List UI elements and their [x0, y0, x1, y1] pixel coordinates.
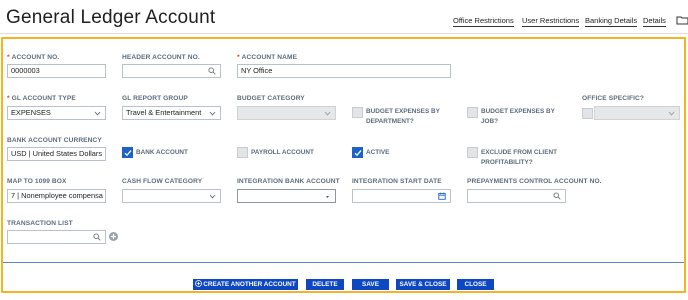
active-label: ACTIVE	[366, 149, 390, 156]
save-button[interactable]: SAVE	[352, 279, 389, 290]
folder-icon[interactable]	[676, 15, 688, 25]
cash-flow-category-label: CASH FLOW CATEGORY	[122, 178, 203, 185]
payroll-account-label: PAYROLL ACCOUNT	[251, 149, 314, 156]
cash-flow-category-select[interactable]	[122, 189, 221, 203]
search-icon[interactable]	[553, 192, 561, 200]
account-no-label: * ACCOUNT NO.	[7, 54, 60, 61]
budget-by-job-label: BUDGET EXPENSES BY JOB?	[481, 108, 555, 125]
header-divider	[0, 33, 688, 34]
gl-account-type-select[interactable]: EXPENSES	[7, 106, 106, 120]
chevron-down-icon	[209, 194, 216, 199]
close-button[interactable]: CLOSE	[457, 279, 494, 290]
budget-by-job-checkbox[interactable]	[467, 107, 478, 118]
transaction-list-label: TRANSACTION LIST	[7, 220, 73, 227]
calendar-icon[interactable]	[438, 192, 446, 200]
tab-user-restrictions[interactable]: User Restrictions	[522, 16, 580, 27]
chevron-down-icon	[94, 111, 101, 116]
account-name-input[interactable]: NY Office	[237, 64, 451, 78]
search-icon[interactable]	[93, 233, 101, 241]
map-1099-label: MAP TO 1099 BOX	[7, 178, 67, 185]
delete-button[interactable]: DELETE	[306, 279, 344, 290]
tab-details[interactable]: Details	[643, 16, 666, 27]
office-specific-select	[594, 106, 680, 120]
tab-office-restrictions[interactable]: Office Restrictions	[453, 16, 514, 27]
exclude-profitability-label: EXCLUDE FROM CLIENT PROFITABILITY?	[481, 149, 557, 166]
budget-by-department-checkbox[interactable]	[352, 107, 363, 118]
integration-bank-account-label: INTEGRATION BANK ACCOUNT	[237, 178, 340, 185]
search-icon[interactable]	[208, 67, 216, 75]
office-specific-checkbox[interactable]	[582, 108, 593, 119]
prepayments-control-label: PREPAYMENTS CONTROL ACCOUNT NO.	[467, 178, 602, 185]
account-no-input[interactable]: 0000003	[7, 64, 106, 78]
save-and-close-button[interactable]: SAVE & CLOSE	[396, 279, 450, 290]
gl-report-group-select[interactable]: Travel & Entertainment	[122, 106, 221, 120]
panel-divider	[3, 262, 684, 263]
integration-start-date-input[interactable]	[352, 189, 451, 203]
chevron-down-icon	[668, 111, 675, 116]
header-tabs: Office Restrictions User Restrictions Ba…	[0, 16, 688, 30]
map-1099-select[interactable]: 7 | Nonemployee compensa	[7, 189, 106, 203]
bank-account-currency-label: BANK ACCOUNT CURRENCY	[7, 137, 102, 144]
payroll-account-checkbox[interactable]	[237, 147, 248, 158]
tab-banking-details[interactable]: Banking Details	[585, 16, 638, 27]
integration-bank-account-select[interactable]	[237, 189, 336, 203]
plus-circle-icon	[195, 280, 203, 287]
integration-start-date-label: INTEGRATION START DATE	[352, 178, 442, 185]
budget-category-select	[237, 106, 336, 120]
prepayments-control-input[interactable]	[467, 189, 566, 203]
gl-account-type-label: * GL ACCOUNT TYPE	[7, 95, 76, 102]
bank-account-checkbox[interactable]	[122, 147, 133, 158]
budget-by-department-label: BUDGET EXPENSES BY DEPARTMENT?	[366, 108, 440, 125]
header-account-no-input[interactable]	[122, 64, 221, 78]
bank-account-currency-select[interactable]: USD | United States Dollars	[7, 147, 106, 161]
caret-down-icon	[326, 196, 329, 198]
chevron-down-icon	[324, 111, 331, 116]
budget-category-label: BUDGET CATEGORY	[237, 95, 305, 102]
exclude-profitability-checkbox[interactable]	[467, 147, 478, 158]
account-name-label: * ACCOUNT NAME	[237, 54, 298, 61]
bank-account-label: BANK ACCOUNT	[136, 149, 188, 156]
transaction-list-input[interactable]	[7, 230, 106, 244]
check-icon	[124, 150, 132, 157]
header-account-no-label: HEADER ACCOUNT NO.	[122, 54, 200, 61]
gl-report-group-label: GL REPORT GROUP	[122, 95, 188, 102]
check-icon	[354, 150, 362, 157]
chevron-down-icon	[209, 111, 216, 116]
action-bar: CREATE ANOTHER ACCOUNT DELETE SAVE SAVE …	[0, 279, 688, 291]
office-specific-label: OFFICE SPECIFIC?	[582, 95, 645, 102]
create-another-account-button[interactable]: CREATE ANOTHER ACCOUNT	[193, 279, 298, 290]
add-transaction-list-button[interactable]	[109, 232, 118, 241]
active-checkbox[interactable]	[352, 147, 363, 158]
plus-icon	[111, 234, 116, 239]
